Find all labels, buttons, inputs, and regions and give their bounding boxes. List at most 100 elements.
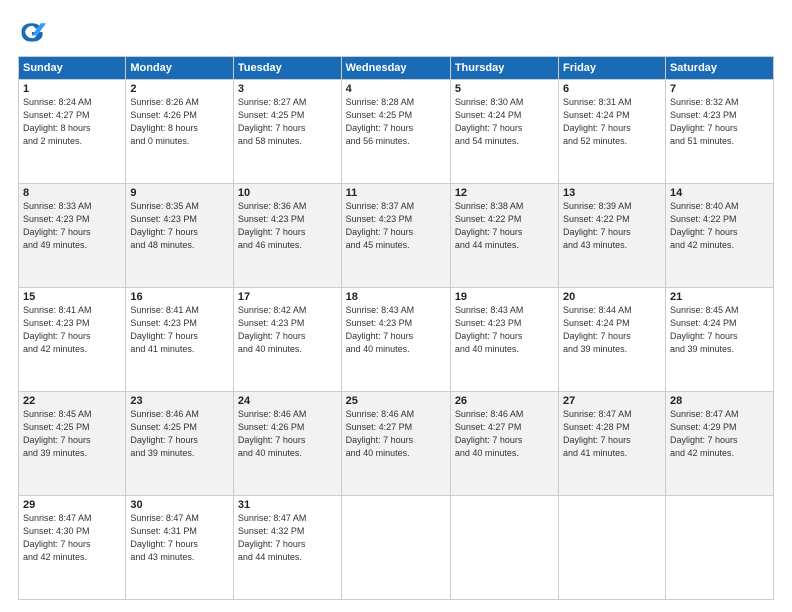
day-cell: 1Sunrise: 8:24 AMSunset: 4:27 PMDaylight…: [19, 80, 126, 184]
day-info: Sunrise: 8:36 AMSunset: 4:23 PMDaylight:…: [238, 200, 337, 252]
day-cell: [341, 496, 450, 600]
day-number: 18: [346, 291, 446, 303]
day-info: Sunrise: 8:24 AMSunset: 4:27 PMDaylight:…: [23, 96, 121, 148]
day-info: Sunrise: 8:28 AMSunset: 4:25 PMDaylight:…: [346, 96, 446, 148]
day-number: 27: [563, 395, 661, 407]
day-info: Sunrise: 8:47 AMSunset: 4:31 PMDaylight:…: [130, 512, 229, 564]
day-number: 16: [130, 291, 229, 303]
day-cell: 10Sunrise: 8:36 AMSunset: 4:23 PMDayligh…: [233, 184, 341, 288]
day-cell: 13Sunrise: 8:39 AMSunset: 4:22 PMDayligh…: [559, 184, 666, 288]
day-cell: 7Sunrise: 8:32 AMSunset: 4:23 PMDaylight…: [665, 80, 773, 184]
day-info: Sunrise: 8:47 AMSunset: 4:32 PMDaylight:…: [238, 512, 337, 564]
header-tuesday: Tuesday: [233, 57, 341, 80]
day-info: Sunrise: 8:41 AMSunset: 4:23 PMDaylight:…: [130, 304, 229, 356]
day-number: 30: [130, 499, 229, 511]
day-info: Sunrise: 8:31 AMSunset: 4:24 PMDaylight:…: [563, 96, 661, 148]
day-number: 7: [670, 83, 769, 95]
day-number: 22: [23, 395, 121, 407]
week-row-3: 15 Sunrise: 8:41 AMSunset: 4:23 PMDayligh…: [19, 288, 774, 392]
day-info: Sunrise: 8:43 AMSunset: 4:23 PMDaylight:…: [346, 304, 446, 356]
day-cell: 24Sunrise: 8:46 AMSunset: 4:26 PMDayligh…: [233, 392, 341, 496]
day-number: 24: [238, 395, 337, 407]
header-friday: Friday: [559, 57, 666, 80]
day-cell: 19Sunrise: 8:43 AMSunset: 4:23 PMDayligh…: [450, 288, 558, 392]
day-info: Sunrise: 8:46 AMSunset: 4:27 PMDaylight:…: [346, 408, 446, 460]
day-info: Sunrise: 8:42 AMSunset: 4:23 PMDaylight:…: [238, 304, 337, 356]
day-cell: [665, 496, 773, 600]
day-cell: 29Sunrise: 8:47 AMSunset: 4:30 PMDayligh…: [19, 496, 126, 600]
day-number: 10: [238, 187, 337, 199]
day-info: Sunrise: 8:46 AMSunset: 4:25 PMDaylight:…: [130, 408, 229, 460]
day-cell: [559, 496, 666, 600]
day-info: Sunrise: 8:38 AMSunset: 4:22 PMDaylight:…: [455, 200, 554, 252]
logo-icon: [18, 18, 46, 46]
day-cell: [450, 496, 558, 600]
day-info: Sunrise: 8:47 AMSunset: 4:29 PMDaylight:…: [670, 408, 769, 460]
day-number: 29: [23, 499, 121, 511]
day-cell: 30Sunrise: 8:47 AMSunset: 4:31 PMDayligh…: [126, 496, 234, 600]
day-number: 26: [455, 395, 554, 407]
day-cell: 22Sunrise: 8:45 AMSunset: 4:25 PMDayligh…: [19, 392, 126, 496]
day-cell: 8Sunrise: 8:33 AMSunset: 4:23 PMDaylight…: [19, 184, 126, 288]
week-row-2: 8Sunrise: 8:33 AMSunset: 4:23 PMDaylight…: [19, 184, 774, 288]
day-number: 1: [23, 83, 121, 95]
day-number: 2: [130, 83, 229, 95]
day-cell: 4Sunrise: 8:28 AMSunset: 4:25 PMDaylight…: [341, 80, 450, 184]
day-info: Sunrise: 8:39 AMSunset: 4:22 PMDaylight:…: [563, 200, 661, 252]
day-number: 8: [23, 187, 121, 199]
day-cell: 9Sunrise: 8:35 AMSunset: 4:23 PMDaylight…: [126, 184, 234, 288]
day-number: 5: [455, 83, 554, 95]
day-cell: 23Sunrise: 8:46 AMSunset: 4:25 PMDayligh…: [126, 392, 234, 496]
day-cell: 17Sunrise: 8:42 AMSunset: 4:23 PMDayligh…: [233, 288, 341, 392]
day-cell: 5Sunrise: 8:30 AMSunset: 4:24 PMDaylight…: [450, 80, 558, 184]
day-number: 13: [563, 187, 661, 199]
day-cell: 2Sunrise: 8:26 AMSunset: 4:26 PMDaylight…: [126, 80, 234, 184]
day-number: 12: [455, 187, 554, 199]
week-row-1: 1Sunrise: 8:24 AMSunset: 4:27 PMDaylight…: [19, 80, 774, 184]
calendar-table: SundayMondayTuesdayWednesdayThursdayFrid…: [18, 56, 774, 600]
day-number: 14: [670, 187, 769, 199]
day-info: Sunrise: 8:30 AMSunset: 4:24 PMDaylight:…: [455, 96, 554, 148]
day-cell: 6Sunrise: 8:31 AMSunset: 4:24 PMDaylight…: [559, 80, 666, 184]
header-wednesday: Wednesday: [341, 57, 450, 80]
day-cell: 11Sunrise: 8:37 AMSunset: 4:23 PMDayligh…: [341, 184, 450, 288]
day-info: Sunrise: 8:33 AMSunset: 4:23 PMDaylight:…: [23, 200, 121, 252]
day-cell: 31Sunrise: 8:47 AMSunset: 4:32 PMDayligh…: [233, 496, 341, 600]
day-number: 4: [346, 83, 446, 95]
day-number: 20: [563, 291, 661, 303]
day-number: 25: [346, 395, 446, 407]
day-info: Sunrise: 8:35 AMSunset: 4:23 PMDaylight:…: [130, 200, 229, 252]
day-cell: 16Sunrise: 8:41 AMSunset: 4:23 PMDayligh…: [126, 288, 234, 392]
day-number: 9: [130, 187, 229, 199]
day-info: Sunrise: 8:37 AMSunset: 4:23 PMDaylight:…: [346, 200, 446, 252]
header-sunday: Sunday: [19, 57, 126, 80]
day-info: Sunrise: 8:46 AMSunset: 4:26 PMDaylight:…: [238, 408, 337, 460]
day-info: Sunrise: 8:44 AMSunset: 4:24 PMDaylight:…: [563, 304, 661, 356]
day-cell: 21Sunrise: 8:45 AMSunset: 4:24 PMDayligh…: [665, 288, 773, 392]
day-cell: 28Sunrise: 8:47 AMSunset: 4:29 PMDayligh…: [665, 392, 773, 496]
header-monday: Monday: [126, 57, 234, 80]
week-row-5: 29Sunrise: 8:47 AMSunset: 4:30 PMDayligh…: [19, 496, 774, 600]
day-cell: 14Sunrise: 8:40 AMSunset: 4:22 PMDayligh…: [665, 184, 773, 288]
header-thursday: Thursday: [450, 57, 558, 80]
logo: [18, 18, 50, 46]
day-info: Sunrise: 8:32 AMSunset: 4:23 PMDaylight:…: [670, 96, 769, 148]
day-number: 11: [346, 187, 446, 199]
day-cell: 26Sunrise: 8:46 AMSunset: 4:27 PMDayligh…: [450, 392, 558, 496]
day-number: 15: [23, 291, 121, 303]
day-info: Sunrise: 8:45 AMSunset: 4:24 PMDaylight:…: [670, 304, 769, 356]
day-number: 19: [455, 291, 554, 303]
header: [18, 18, 774, 46]
header-saturday: Saturday: [665, 57, 773, 80]
day-info: Sunrise: 8:40 AMSunset: 4:22 PMDaylight:…: [670, 200, 769, 252]
day-cell: 12Sunrise: 8:38 AMSunset: 4:22 PMDayligh…: [450, 184, 558, 288]
day-number: 6: [563, 83, 661, 95]
day-number: 28: [670, 395, 769, 407]
day-info: Sunrise: 8:47 AMSunset: 4:28 PMDaylight:…: [563, 408, 661, 460]
day-cell: 18Sunrise: 8:43 AMSunset: 4:23 PMDayligh…: [341, 288, 450, 392]
day-number: 3: [238, 83, 337, 95]
day-cell: 3Sunrise: 8:27 AMSunset: 4:25 PMDaylight…: [233, 80, 341, 184]
day-info: Sunrise: 8:26 AMSunset: 4:26 PMDaylight:…: [130, 96, 229, 148]
day-cell: 25Sunrise: 8:46 AMSunset: 4:27 PMDayligh…: [341, 392, 450, 496]
day-cell: 15Sunrise: 8:41 AMSunset: 4:23 PMDayligh…: [19, 288, 126, 392]
